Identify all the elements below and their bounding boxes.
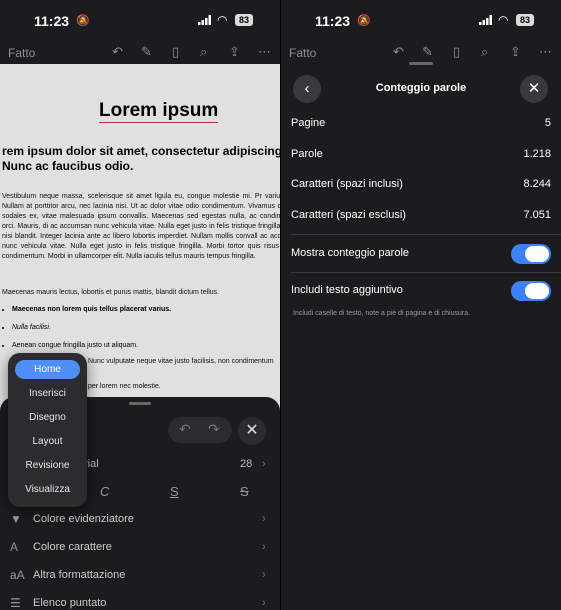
undo-icon[interactable]: ↶: [112, 44, 123, 60]
panel-title: Conteggio parole: [375, 82, 467, 94]
sheet-grabber[interactable]: [129, 402, 151, 405]
option-font-color[interactable]: A Colore carattere ›: [0, 536, 280, 562]
bullet-list-icon: ☰: [10, 596, 21, 610]
undo-redo-group: ↶ ↷: [168, 417, 232, 443]
toggle-row-include-extra: Includi testo aggiuntivo: [291, 280, 551, 302]
stat-label: Pagine: [291, 117, 326, 129]
mute-bell-icon: 🔕: [357, 15, 371, 27]
chevron-right-icon: ›: [262, 597, 266, 609]
stat-value: 8.244: [523, 178, 551, 190]
menu-item-visualizza[interactable]: Visualizza: [15, 480, 80, 499]
include-extra-text-toggle[interactable]: [511, 281, 551, 301]
redo-icon[interactable]: ↷: [208, 421, 220, 438]
toggle-note: Includi caselle di testo, note a piè di …: [293, 310, 471, 317]
option-label: Colore carattere: [33, 541, 112, 553]
stat-label: Caratteri (spazi esclusi): [291, 209, 406, 221]
divider: [291, 234, 561, 235]
wifi-icon: ◠: [217, 13, 228, 27]
wifi-icon: ◠: [498, 13, 509, 27]
cellular-signal-icon: [479, 15, 492, 25]
status-time: 11:23: [34, 13, 70, 29]
mute-bell-icon: 🔕: [76, 15, 90, 27]
toggle-knob: [525, 283, 549, 299]
underline-button[interactable]: S: [170, 484, 179, 499]
battery-icon: 83: [516, 14, 534, 26]
stat-value: 5: [544, 117, 551, 129]
done-button[interactable]: Fatto: [8, 46, 35, 60]
share-icon[interactable]: ⇪: [229, 44, 240, 60]
search-icon[interactable]: ⌕: [200, 44, 207, 60]
show-word-count-toggle[interactable]: [511, 244, 551, 264]
word-count-sheet: [281, 58, 561, 610]
chevron-right-icon: ›: [262, 541, 266, 553]
sheet-grabber[interactable]: [409, 62, 433, 65]
toggle-label: Mostra conteggio parole: [291, 247, 410, 259]
stat-row-words: Parole 1.218: [291, 146, 551, 166]
status-bar: 11:23 🔕 ◠ 83: [0, 0, 280, 42]
option-highlight-color[interactable]: ▼ Colore evidenziatore ›: [0, 508, 280, 534]
menu-item-inserisci[interactable]: Inserisci: [15, 384, 80, 403]
chevron-right-icon: ›: [262, 513, 266, 525]
divider: [291, 272, 561, 273]
device-icon[interactable]: ▯: [172, 44, 179, 60]
stat-row-chars-with-spaces: Caratteri (spazi inclusi) 8.244: [291, 176, 551, 196]
stat-label: Parole: [291, 148, 323, 160]
text-format-icon: aA: [10, 568, 25, 582]
chevron-right-icon: ›: [262, 458, 266, 470]
menu-item-layout[interactable]: Layout: [15, 432, 80, 451]
more-icon[interactable]: ⋯: [258, 44, 271, 60]
menu-item-home[interactable]: Home: [15, 360, 80, 379]
toggle-label: Includi testo aggiuntivo: [291, 284, 403, 296]
pen-icon[interactable]: ✎: [141, 44, 152, 60]
highlighter-icon: ▼: [10, 512, 22, 526]
option-label: Altra formattazione: [33, 569, 126, 581]
toggle-knob: [525, 246, 549, 262]
option-label: Elenco puntato: [33, 597, 107, 609]
undo-icon[interactable]: ↶: [179, 421, 191, 438]
ribbon-tab-menu: Home Inserisci Disegno Layout Revisione …: [8, 353, 87, 507]
stat-value: 1.218: [523, 148, 551, 160]
chevron-right-icon: ›: [262, 569, 266, 581]
option-more-formatting[interactable]: aA Altra formattazione ›: [0, 564, 280, 590]
status-bar: 11:23 🔕 ◠ 83: [281, 0, 561, 42]
menu-item-revisione[interactable]: Revisione: [15, 456, 80, 475]
font-size[interactable]: 28: [240, 458, 252, 470]
toggle-row-show-count: Mostra conteggio parole: [291, 243, 551, 265]
close-icon[interactable]: ✕: [238, 417, 266, 445]
strikethrough-button[interactable]: S: [240, 484, 249, 499]
option-bullet-list[interactable]: ☰ Elenco puntato ›: [0, 592, 280, 610]
stat-label: Caratteri (spazi inclusi): [291, 178, 403, 190]
cellular-signal-icon: [198, 15, 211, 25]
menu-item-disegno[interactable]: Disegno: [15, 408, 80, 427]
stat-row-pages: Pagine 5: [291, 115, 551, 135]
option-label: Colore evidenziatore: [33, 513, 134, 525]
battery-icon: 83: [235, 14, 253, 26]
right-screen: 11:23 🔕 ◠ 83 Fatto ↶ ✎ ▯ ⌕ ⇪ ⋯ ‹ Contegg…: [281, 0, 561, 610]
font-color-icon: A: [10, 540, 19, 554]
left-screen: 11:23 🔕 ◠ 83 Fatto ↶ ✎ ▯ ⌕ ⇪ ⋯ Lorem ips…: [0, 0, 280, 610]
close-icon[interactable]: ✕: [520, 75, 548, 103]
doc-toolbar: Fatto ↶ ✎ ▯ ⌕ ⇪ ⋯: [0, 42, 280, 64]
status-time: 11:23: [315, 13, 351, 29]
stat-row-chars-no-spaces: Caratteri (spazi esclusi) 7.051: [291, 207, 551, 227]
italic-button[interactable]: C: [100, 484, 109, 499]
stat-value: 7.051: [523, 209, 551, 221]
